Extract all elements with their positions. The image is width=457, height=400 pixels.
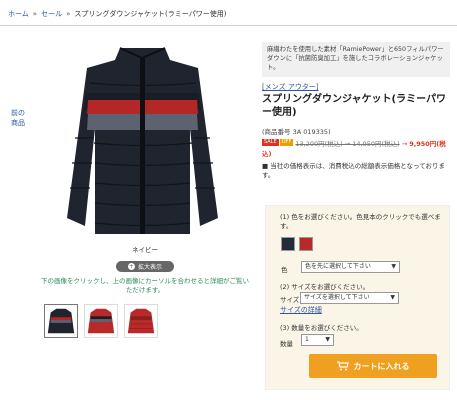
tax-note: ■ 当社の価格表示は、消費税込の総額表示価格となっております。 [262, 162, 445, 179]
thumbnail-navy[interactable] [44, 304, 78, 338]
breadcrumb-sale[interactable]: セール [41, 10, 62, 18]
add-to-cart-button[interactable]: カートに入れる [309, 354, 437, 378]
add-to-cart-label: カートに入れる [353, 361, 410, 371]
breadcrumb-current: スプリングダウンジャケット(ラミーパワー使用) [74, 10, 227, 18]
chevron-down-icon: ▼ [390, 294, 395, 301]
step1-text: (1) 色をお選びください。色見本のクリックでも選べます。 [280, 213, 441, 230]
color-select-value: 色を先に選択して下さい [305, 263, 371, 270]
category-link[interactable]: [メンズ アウター] [262, 82, 319, 92]
zoom-icon: + [127, 263, 135, 270]
thumbnail-red-back[interactable] [124, 304, 158, 338]
price-arrow: → [399, 140, 410, 148]
original-price: 13,200円(税込) → 14,950円(税込) [295, 140, 400, 148]
sale-badge: SALE [262, 139, 279, 146]
prev-product-link[interactable]: 前の商品 [8, 108, 28, 128]
breadcrumb-separator: » [32, 10, 38, 18]
quantity-value: 1 [305, 336, 309, 343]
thumbnail-red[interactable] [84, 304, 118, 338]
chevron-down-icon: ▼ [391, 263, 396, 270]
chevron-down-icon: ▼ [325, 336, 330, 343]
zoom-label: 拡大表示 [137, 264, 162, 271]
thumbnail-list [44, 304, 158, 338]
divider [0, 25, 457, 26]
off-badge: OFF [279, 139, 294, 146]
breadcrumb-separator: » [66, 10, 71, 18]
cart-icon [336, 361, 349, 371]
size-select[interactable]: サイズを選択して下さい ▼ [300, 292, 399, 304]
size-select-value: サイズを選択して下さい [304, 294, 370, 301]
step2-text: (2) サイズをお選びください。 [280, 283, 370, 291]
product-main-image[interactable] [50, 38, 235, 238]
color-select[interactable]: 色を先に選択して下さい ▼ [301, 261, 400, 273]
color-label: 色 [281, 266, 288, 274]
product-number: (商品番号 3A 019335) [262, 128, 331, 136]
breadcrumb-home[interactable]: ホーム [8, 10, 29, 18]
zoom-button[interactable]: + 拡大表示 [116, 261, 174, 272]
image-instruction: 下の画像をクリックし、上の画像にカーソルを合わせると詳細がご覧いただけます。 [41, 277, 249, 294]
step3-text: (3) 数量をお選びください。 [280, 324, 363, 332]
price-row: SALE OFF 13,200円(税込) → 14,950円(税込) → 9,95… [262, 139, 454, 159]
product-description: 麻繊わたを使用した素材「RamiePower」と650フィルパワーダウンに「抗菌… [262, 42, 450, 77]
quantity-select[interactable]: 1 ▼ [301, 334, 334, 346]
product-title: スプリングダウンジャケット(ラミーパワー使用) [262, 94, 446, 118]
quantity-label: 数量 [280, 340, 293, 348]
selected-color-name: ネイビー [132, 246, 158, 254]
breadcrumb: ホーム» セール» スプリングダウンジャケット(ラミーパワー使用) [8, 9, 226, 19]
color-swatch-navy[interactable] [281, 237, 295, 251]
size-label: サイズ [280, 296, 300, 304]
color-swatch-red[interactable] [299, 237, 313, 251]
size-detail-link[interactable]: サイズの詳細 [280, 305, 322, 315]
